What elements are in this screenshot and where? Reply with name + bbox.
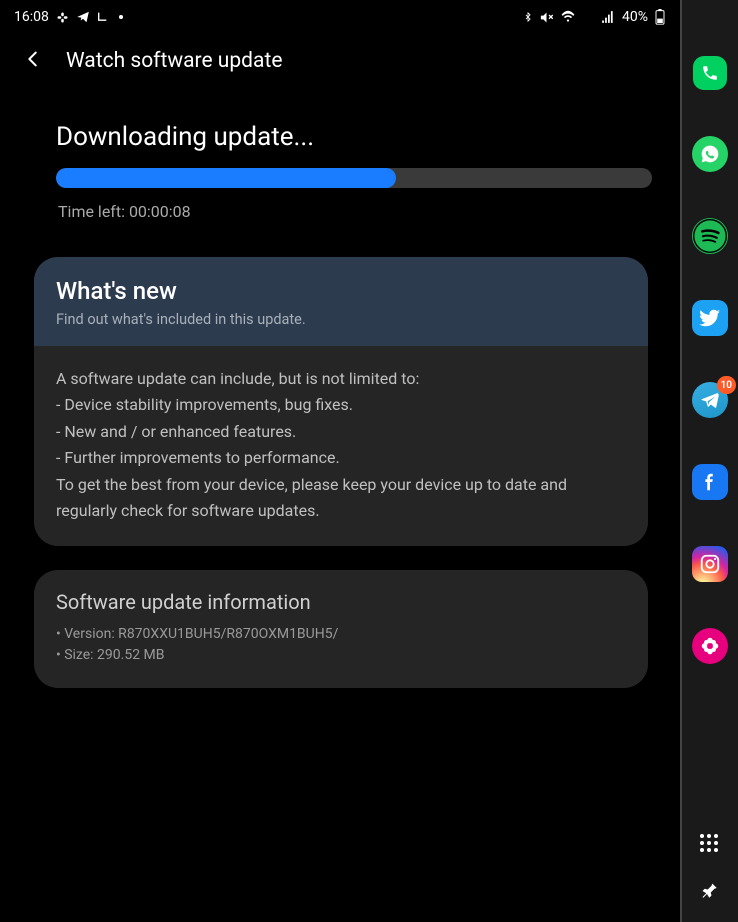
update-info-card: Software update information • Version: R… bbox=[34, 570, 648, 688]
slack-icon bbox=[55, 10, 70, 25]
whats-new-header[interactable]: What's new Find out what's included in t… bbox=[34, 257, 648, 346]
whats-new-card: What's new Find out what's included in t… bbox=[34, 257, 648, 546]
whats-new-bullet-3: - Further improvements to performance. bbox=[56, 445, 626, 471]
status-right: 40% bbox=[523, 9, 666, 25]
edge-panel-controls bbox=[700, 834, 720, 904]
phone-app-icon[interactable] bbox=[693, 56, 727, 90]
wifi-icon bbox=[560, 10, 576, 24]
telegram-status-icon bbox=[76, 10, 90, 24]
page-title: Watch software update bbox=[66, 49, 282, 73]
main-screen: 16:08 40% bbox=[0, 0, 680, 922]
gallery-app-icon[interactable] bbox=[692, 628, 728, 664]
whats-new-intro: A software update can include, but is no… bbox=[56, 366, 626, 392]
bluetooth-icon bbox=[523, 10, 533, 24]
progress-fill bbox=[56, 168, 396, 188]
whats-new-bullet-1: - Device stability improvements, bug fix… bbox=[56, 392, 626, 418]
telegram-badge: 10 bbox=[717, 376, 736, 394]
whats-new-body: A software update can include, but is no… bbox=[34, 346, 648, 546]
edge-panel[interactable]: 10 bbox=[680, 0, 738, 922]
whats-new-subtitle: Find out what's included in this update. bbox=[56, 311, 626, 328]
time-left-value: 00:00:08 bbox=[129, 202, 191, 221]
update-version: • Version: R870XXU1BUH5/R870OXM1BUH5/ bbox=[56, 624, 626, 645]
facebook-app-icon[interactable] bbox=[692, 464, 728, 500]
progress-bar bbox=[56, 168, 652, 188]
battery-icon bbox=[654, 9, 666, 25]
time-left: Time left: 00:00:08 bbox=[58, 202, 658, 221]
status-left: 16:08 bbox=[14, 9, 123, 25]
status-bar: 16:08 40% bbox=[0, 0, 680, 34]
cards: What's new Find out what's included in t… bbox=[0, 257, 680, 688]
battery-percent: 40% bbox=[622, 9, 648, 25]
update-size: • Size: 290.52 MB bbox=[56, 645, 626, 666]
header: Watch software update bbox=[0, 34, 680, 94]
spotify-app-icon[interactable] bbox=[692, 218, 728, 254]
telegram-app-icon[interactable]: 10 bbox=[692, 382, 728, 418]
download-section: Downloading update... Time left: 00:00:0… bbox=[0, 122, 680, 221]
app-status-icon bbox=[96, 11, 109, 24]
instagram-app-icon[interactable] bbox=[692, 546, 728, 582]
whats-new-bullet-2: - New and / or enhanced features. bbox=[56, 419, 626, 445]
whats-new-outro: To get the best from your device, please… bbox=[56, 472, 626, 525]
dot-icon bbox=[119, 15, 123, 19]
signal-icon bbox=[600, 10, 616, 24]
back-icon[interactable] bbox=[22, 48, 44, 74]
progress-container bbox=[56, 168, 652, 188]
pin-icon[interactable] bbox=[701, 882, 719, 904]
time-left-label: Time left: bbox=[58, 202, 129, 221]
whats-new-title: What's new bbox=[56, 277, 626, 305]
clock: 16:08 bbox=[14, 9, 49, 25]
downloading-title: Downloading update... bbox=[56, 122, 658, 152]
update-info-title: Software update information bbox=[56, 590, 626, 614]
twitter-app-icon[interactable] bbox=[692, 300, 728, 336]
apps-grid-icon[interactable] bbox=[700, 834, 720, 854]
whatsapp-app-icon[interactable] bbox=[692, 136, 728, 172]
mute-icon bbox=[539, 10, 554, 25]
